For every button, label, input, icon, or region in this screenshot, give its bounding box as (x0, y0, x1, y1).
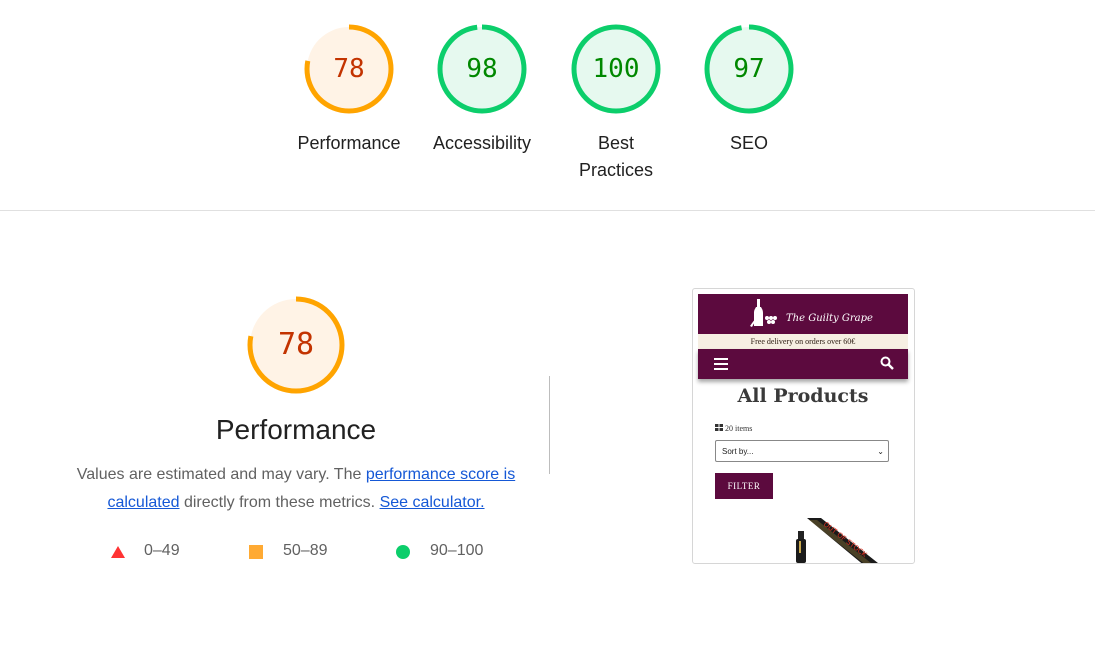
out-of-stock-badge: OUT OF STOCK (822, 520, 869, 559)
gauge-score: 100 (592, 54, 640, 84)
menu-icon (714, 358, 728, 370)
legend-range: 90–100 (430, 542, 484, 559)
gauge-seo[interactable]: 97 SEO (694, 22, 804, 157)
circle-icon (396, 545, 410, 559)
sort-placeholder: Sort by... (722, 447, 754, 456)
search-icon (880, 356, 894, 370)
section-divider (0, 210, 1095, 211)
wine-bottle-logo-icon (750, 299, 777, 327)
site-nav-bar (698, 349, 908, 379)
product-image: OUT OF STOCK (796, 518, 878, 563)
gauge-score: 78 (333, 54, 365, 84)
site-logo-text: The Guilty Grape (786, 313, 873, 324)
grid-icon (715, 424, 723, 431)
chevron-down-icon: ⌄ (877, 447, 884, 456)
desc-text: directly from these metrics. (179, 494, 380, 511)
site-heading: All Products (737, 385, 869, 407)
gauge-label: Best Practices (578, 133, 654, 180)
filter-button: FILTER (715, 473, 773, 499)
score-gauges: 78 Performance 98 Accessibility 100 Best… (0, 0, 1095, 210)
delivery-banner: Free delivery on orders over 60€ (698, 334, 908, 349)
site-header: The Guilty Grape (698, 294, 908, 334)
gauge-accessibility[interactable]: 98 Accessibility (427, 22, 537, 157)
performance-description: Values are estimated and may vary. The p… (66, 461, 526, 517)
performance-gauge: 78 (246, 295, 346, 395)
gauge-label: Accessibility (432, 133, 532, 153)
page-screenshot-thumbnail[interactable]: The Guilty Grape Free delivery on orders… (692, 288, 915, 564)
performance-title: Performance (215, 414, 377, 445)
items-count: 20 items (715, 424, 752, 433)
legend-range: 0–49 (144, 542, 180, 559)
gauge-score: 97 (733, 54, 765, 84)
gauge-best-practices[interactable]: 100 Best Practices (561, 22, 671, 184)
desc-text: Values are estimated and may vary. The (76, 466, 366, 483)
see-calculator-link[interactable]: See calculator. (380, 494, 485, 511)
gauge-performance[interactable]: 78 Performance (294, 22, 404, 157)
legend-range: 50–89 (283, 542, 328, 559)
performance-score: 78 (277, 327, 315, 362)
gauge-score: 98 (466, 54, 498, 84)
items-count-text: 20 items (725, 424, 753, 433)
vertical-separator (549, 376, 550, 474)
triangle-icon (111, 546, 125, 558)
square-icon (249, 545, 263, 559)
gauge-label: SEO (729, 133, 768, 153)
sort-select: Sort by... ⌄ (715, 440, 889, 462)
gauge-label: Performance (297, 133, 401, 153)
